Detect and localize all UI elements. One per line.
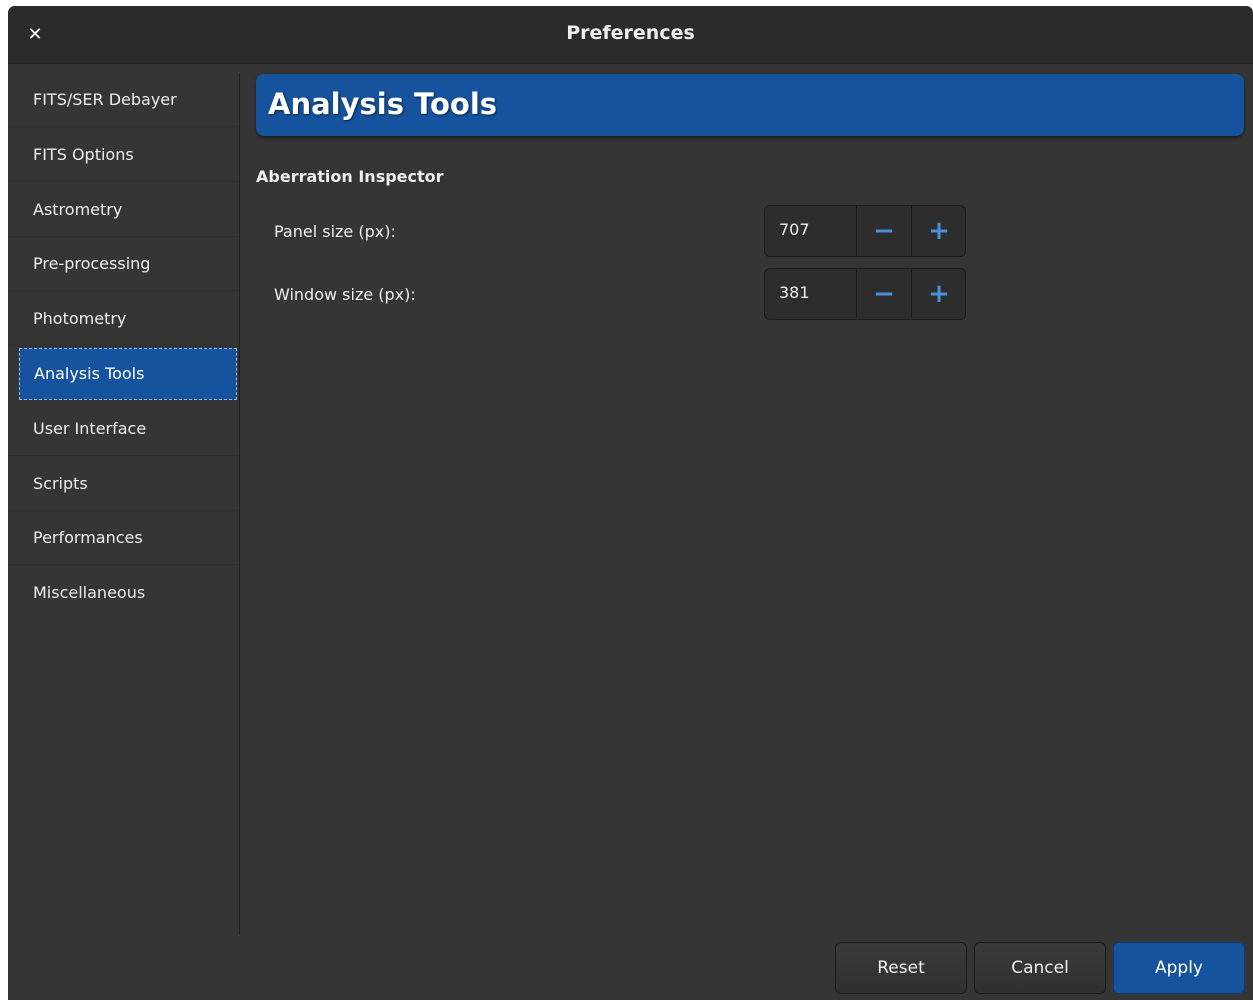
sidebar-item-photometry[interactable]: Photometry: [8, 292, 239, 346]
sidebar-item-analysis-tools[interactable]: Analysis Tools: [19, 348, 237, 400]
sidebar-item-fits-ser-debayer[interactable]: FITS/SER Debayer: [8, 73, 239, 127]
minus-icon: −: [873, 216, 895, 246]
window-size-label: Window size (px):: [274, 285, 416, 304]
cancel-button[interactable]: Cancel: [974, 942, 1106, 994]
window-title: Preferences: [566, 22, 695, 44]
sidebar: FITS/SER Debayer FITS Options Astrometry…: [8, 73, 240, 935]
panel-size-spinner: 707 − +: [764, 205, 966, 257]
sidebar-item-astrometry[interactable]: Astrometry: [8, 183, 239, 237]
window-size-spinner: 381 − +: [764, 268, 966, 320]
window-size-input[interactable]: 381: [779, 283, 810, 302]
window-size-decrement-button[interactable]: −: [856, 269, 911, 319]
panel-size-increment-button[interactable]: +: [911, 206, 966, 256]
plus-icon: +: [928, 216, 950, 246]
sidebar-item-fits-options[interactable]: FITS Options: [8, 128, 239, 182]
plus-icon: +: [928, 279, 950, 309]
panel-size-decrement-button[interactable]: −: [856, 206, 911, 256]
sidebar-item-user-interface[interactable]: User Interface: [8, 402, 239, 456]
page-title: Analysis Tools: [268, 87, 498, 121]
title-bar: ✕ Preferences: [8, 6, 1253, 64]
panel-size-input[interactable]: 707: [779, 220, 810, 239]
sidebar-item-scripts[interactable]: Scripts: [8, 457, 239, 511]
page-header-banner: Analysis Tools: [256, 74, 1244, 136]
sidebar-item-pre-processing[interactable]: Pre-processing: [8, 237, 239, 291]
panel-size-label: Panel size (px):: [274, 222, 396, 241]
reset-button[interactable]: Reset: [835, 942, 967, 994]
sidebar-item-miscellaneous[interactable]: Miscellaneous: [8, 566, 239, 620]
window-size-increment-button[interactable]: +: [911, 269, 966, 319]
section-title: Aberration Inspector: [256, 167, 444, 186]
minus-icon: −: [873, 279, 895, 309]
apply-button[interactable]: Apply: [1113, 942, 1245, 994]
preferences-window: ✕ Preferences FITS/SER Debayer FITS Opti…: [8, 6, 1253, 1000]
sidebar-item-performances[interactable]: Performances: [8, 511, 239, 565]
